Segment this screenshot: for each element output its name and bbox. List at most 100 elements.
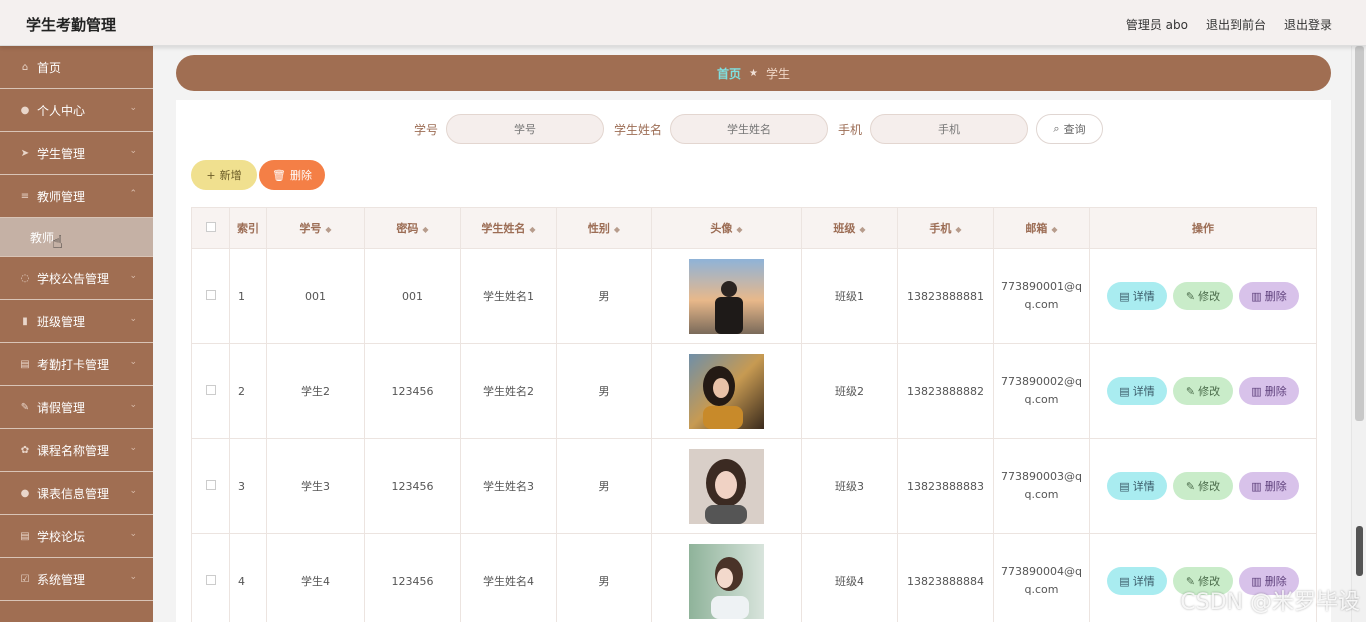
cell-phone: 13823888884 bbox=[897, 533, 994, 622]
sidebar-item-classes[interactable]: ▮ 班级管理 ⌄ bbox=[0, 300, 153, 343]
sidebar-item-students[interactable]: ➤ 学生管理 ⌄ bbox=[0, 132, 153, 175]
sidebar-subitem-teacher[interactable]: 教师 ☝ bbox=[0, 218, 153, 257]
sort-icon[interactable]: ◆ bbox=[614, 225, 620, 234]
add-label: 新增 bbox=[219, 169, 242, 182]
sidebar-item-label: 个人中心 bbox=[37, 103, 86, 118]
phone-input[interactable] bbox=[870, 114, 1029, 144]
detail-label: 详情 bbox=[1132, 385, 1155, 398]
page-scrollbar[interactable] bbox=[1351, 46, 1366, 622]
edit-button[interactable]: ✎ 修改 bbox=[1173, 377, 1233, 405]
delete-button[interactable]: ▥ 删除 bbox=[1239, 377, 1299, 405]
logout-link[interactable]: 退出登录 bbox=[1284, 16, 1332, 33]
trash-icon: 🗑 bbox=[272, 168, 286, 182]
col-ops: 操作 bbox=[1089, 207, 1317, 249]
sidebar-item-forum[interactable]: ▤ 学校论坛 ⌄ bbox=[0, 515, 153, 558]
row-select-cell[interactable] bbox=[191, 343, 230, 439]
student-name-input[interactable] bbox=[670, 114, 828, 144]
query-label: 查询 bbox=[1063, 123, 1086, 136]
breadcrumb-home[interactable]: 首页 bbox=[717, 65, 741, 82]
sidebar-item-label: 系统管理 bbox=[37, 572, 86, 587]
col-gender[interactable]: 性别 ◆ bbox=[556, 207, 652, 249]
student-id-label: 学号 bbox=[413, 122, 438, 137]
avatar bbox=[689, 448, 764, 524]
row-select-cell[interactable] bbox=[191, 438, 230, 534]
col-student-id[interactable]: 学号 ◆ bbox=[266, 207, 365, 249]
sort-icon[interactable]: ◆ bbox=[529, 225, 535, 234]
sort-icon[interactable]: ◆ bbox=[859, 225, 865, 234]
sidebar-item-teachers[interactable]: ≡ 教师管理 ⌃ bbox=[0, 175, 153, 218]
query-button[interactable]: ⌕ 查询 bbox=[1036, 114, 1104, 144]
sidebar-item-system[interactable]: ☑ 系统管理 ⌄ bbox=[0, 558, 153, 601]
row-checkbox[interactable] bbox=[205, 574, 216, 585]
row-checkbox[interactable] bbox=[205, 289, 216, 300]
app-title: 学生考勤管理 bbox=[26, 16, 117, 34]
cell-index: 1 bbox=[229, 248, 267, 344]
admin-label: 管理员 abo bbox=[1125, 18, 1188, 32]
top-right-links: 管理员 abo 退出到前台 退出登录 bbox=[1126, 16, 1332, 33]
sidebar-item-timetable[interactable]: ● 课表信息管理 ⌄ bbox=[0, 472, 153, 515]
document-icon: ▤ bbox=[1119, 384, 1130, 398]
col-email[interactable]: 邮箱 ◆ bbox=[993, 207, 1090, 249]
delete-button[interactable]: ▥ 删除 bbox=[1239, 472, 1299, 500]
edit-button[interactable]: ✎ 修改 bbox=[1173, 472, 1233, 500]
chevron-down-icon: ⌄ bbox=[129, 103, 137, 113]
cell-avatar bbox=[651, 248, 802, 344]
sidebar-item-home[interactable]: ⌂ 首页 bbox=[0, 46, 153, 89]
sort-icon[interactable]: ◆ bbox=[955, 225, 961, 234]
add-button[interactable]: + 新增 bbox=[191, 160, 257, 190]
detail-button[interactable]: ▤ 详情 bbox=[1107, 377, 1167, 405]
sort-icon[interactable]: ◆ bbox=[325, 225, 331, 234]
sort-icon[interactable]: ◆ bbox=[736, 225, 742, 234]
select-all-cell[interactable] bbox=[191, 207, 230, 249]
cell-student-id: 学生4 bbox=[266, 533, 365, 622]
phone-label: 手机 bbox=[838, 122, 863, 137]
chevron-down-icon: ⌄ bbox=[129, 146, 137, 156]
avatar bbox=[689, 258, 764, 334]
chevron-down-icon: ⌄ bbox=[129, 529, 137, 539]
name-label: 学生姓名 bbox=[613, 122, 662, 137]
sidebar-item-courses[interactable]: ✿ 课程名称管理 ⌄ bbox=[0, 429, 153, 472]
pencil-icon: ✎ bbox=[1185, 384, 1196, 398]
row-checkbox[interactable] bbox=[205, 479, 216, 490]
content-panel: 学号 学生姓名 手机 ⌕ 查询 + 新增 🗑 删除 bbox=[176, 100, 1331, 622]
trash-icon: ▥ bbox=[1251, 479, 1262, 493]
row-select-cell[interactable] bbox=[191, 533, 230, 622]
edit-button[interactable]: ✎ 修改 bbox=[1173, 282, 1233, 310]
detail-button[interactable]: ▤ 详情 bbox=[1107, 282, 1167, 310]
gear-icon: ✿ bbox=[20, 444, 30, 456]
sort-icon[interactable]: ◆ bbox=[422, 225, 428, 234]
sidebar-item-profile[interactable]: ● 个人中心 ⌄ bbox=[0, 89, 153, 132]
delete-button[interactable]: ▥ 删除 bbox=[1239, 282, 1299, 310]
col-password[interactable]: 密码 ◆ bbox=[364, 207, 461, 249]
sidebar-item-attendance[interactable]: ▤ 考勤打卡管理 ⌄ bbox=[0, 343, 153, 386]
bulb-icon: ◌ bbox=[20, 272, 30, 284]
student-id-input[interactable] bbox=[445, 114, 604, 144]
document-icon: ▤ bbox=[1119, 289, 1130, 303]
select-all-checkbox[interactable] bbox=[205, 221, 216, 232]
col-class[interactable]: 班级 ◆ bbox=[801, 207, 898, 249]
main-content: 首页 ★ 学生 学号 学生姓名 手机 ⌕ 查询 + 新增 🗑 删除 bbox=[153, 46, 1351, 622]
bar-chart-icon: ▮ bbox=[22, 315, 28, 327]
sidebar-item-announcements[interactable]: ◌ 学校公告管理 ⌄ bbox=[0, 257, 153, 300]
col-name[interactable]: 学生姓名 ◆ bbox=[460, 207, 557, 249]
document-icon: ▤ bbox=[1119, 574, 1130, 588]
col-phone[interactable]: 手机 ◆ bbox=[897, 207, 994, 249]
batch-delete-button[interactable]: 🗑 删除 bbox=[259, 160, 325, 190]
row-checkbox[interactable] bbox=[205, 384, 216, 395]
col-label: 邮箱 bbox=[1025, 222, 1048, 235]
delete-label: 删除 bbox=[1264, 480, 1287, 493]
cell-ops: ▤ 详情 ✎ 修改 ▥ 删除 bbox=[1089, 438, 1317, 534]
sidebar-item-leave[interactable]: ✎ 请假管理 ⌄ bbox=[0, 386, 153, 429]
detail-button[interactable]: ▤ 详情 bbox=[1107, 567, 1167, 595]
delete-label: 删除 bbox=[1264, 385, 1287, 398]
cell-phone: 13823888883 bbox=[897, 438, 994, 534]
scrollbar-thumb[interactable] bbox=[1356, 526, 1363, 576]
detail-button[interactable]: ▤ 详情 bbox=[1107, 472, 1167, 500]
row-select-cell[interactable] bbox=[191, 248, 230, 344]
location-icon: ● bbox=[20, 487, 30, 499]
cell-class: 班级2 bbox=[801, 343, 898, 439]
to-front-link[interactable]: 退出到前台 bbox=[1206, 16, 1266, 33]
leave-icon: ✎ bbox=[20, 401, 30, 413]
sort-icon[interactable]: ◆ bbox=[1051, 225, 1057, 234]
col-avatar[interactable]: 头像 ◆ bbox=[651, 207, 802, 249]
